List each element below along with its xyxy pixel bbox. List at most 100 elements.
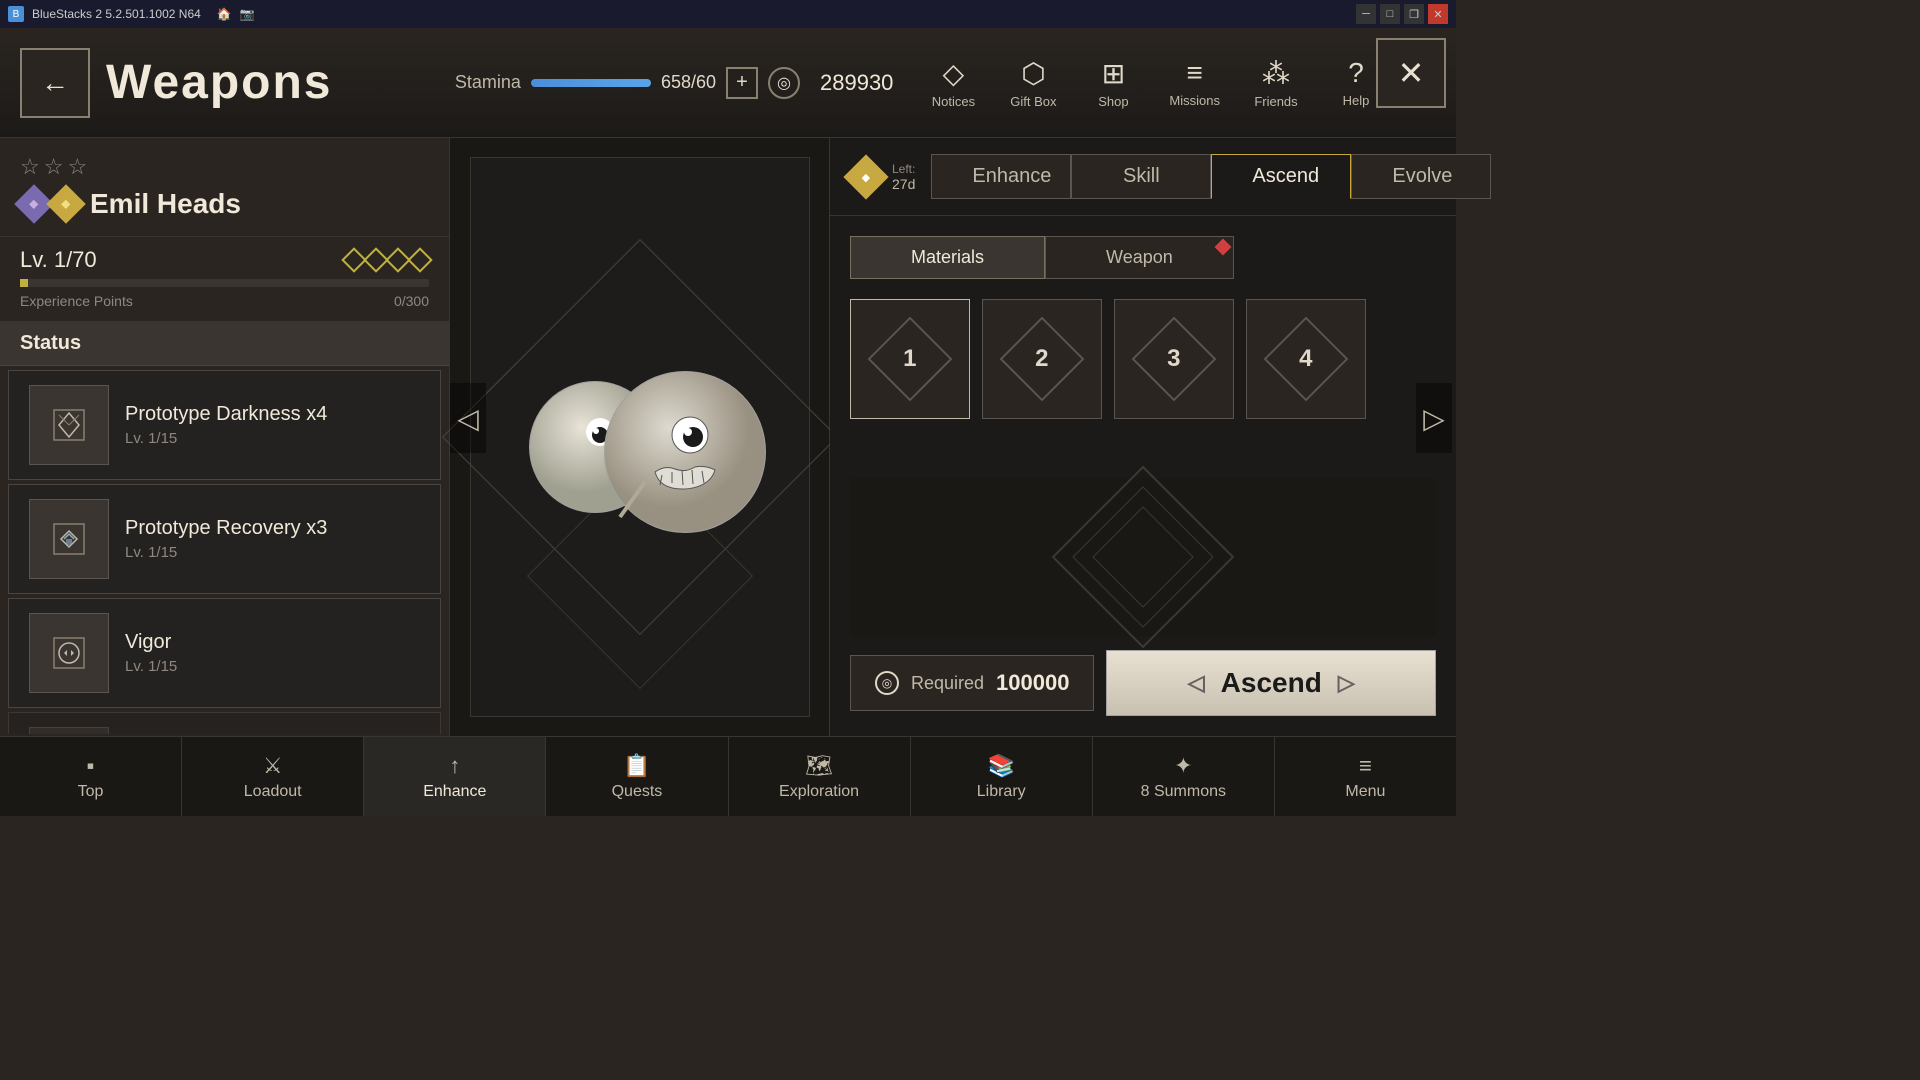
bottom-nav-loadout[interactable]: ⚔ Loadout bbox=[182, 737, 364, 816]
skill-level-vigor: Lv. 1/15 bbox=[125, 658, 420, 675]
exp-label: Experience Points bbox=[20, 293, 133, 309]
bottom-nav-summons[interactable]: ✦ 8 Summons bbox=[1093, 737, 1275, 816]
game-header: ← Weapons Stamina 658/60 + ◎ 289930 ◇ No… bbox=[0, 28, 1456, 138]
ascension-slot-1[interactable]: 1 bbox=[850, 299, 970, 419]
ascension-slots: 1 2 3 4 bbox=[830, 279, 1456, 439]
missions-label: Missions bbox=[1169, 93, 1220, 108]
bottom-nav-top[interactable]: ▪ Top bbox=[0, 737, 182, 816]
bottom-nav-exploration[interactable]: 🗺 Exploration bbox=[729, 737, 911, 816]
star-2: ☆ bbox=[44, 154, 64, 180]
nav-arrow-right[interactable]: ▷ bbox=[1416, 383, 1452, 453]
exp-value: 0/300 bbox=[394, 293, 429, 309]
exploration-nav-icon: 🗺 bbox=[805, 753, 833, 779]
right-panel: ◆ Left: 27d Enhance Skill Ascend Evolve … bbox=[830, 138, 1456, 736]
skill-item-prototype-darkness[interactable]: Prototype Darkness x4 Lv. 1/15 bbox=[8, 370, 441, 480]
stamina-area: Stamina 658/60 + ◎ 289930 bbox=[435, 67, 914, 99]
vigor-icon bbox=[29, 613, 109, 693]
countdown-diamond: ◆ bbox=[843, 154, 888, 199]
skill-name-prototype-darkness: Prototype Darkness x4 bbox=[125, 403, 420, 426]
capture-icon[interactable]: 📷 bbox=[240, 7, 255, 21]
skill-item-prototype-recovery[interactable]: Prototype Recovery x3 Lv. 1/15 bbox=[8, 484, 441, 594]
exploration-nav-label: Exploration bbox=[779, 783, 859, 801]
nav-notices[interactable]: ◇ Notices bbox=[913, 49, 993, 117]
level-row: Lv. 1/70 bbox=[20, 247, 429, 273]
quests-nav-icon: 📋 bbox=[623, 753, 650, 779]
required-label: Required bbox=[911, 673, 984, 694]
currency-value: 289930 bbox=[820, 70, 893, 96]
ascension-slot-2[interactable]: 2 bbox=[982, 299, 1102, 419]
app-title: BlueStacks 2 5.2.501.1002 N64 bbox=[32, 7, 201, 21]
menu-nav-label: Menu bbox=[1345, 783, 1385, 801]
ascend-button[interactable]: ◁ Ascend ▷ bbox=[1106, 650, 1436, 716]
quests-nav-label: Quests bbox=[612, 783, 663, 801]
target-icon: ◎ bbox=[768, 67, 800, 99]
game-area: ← Weapons Stamina 658/60 + ◎ 289930 ◇ No… bbox=[0, 28, 1456, 816]
menu-nav-icon: ≡ bbox=[1359, 753, 1372, 779]
stamina-bar-fill bbox=[531, 79, 651, 87]
top-nav-icon: ▪ bbox=[87, 753, 95, 779]
weapon-diamond-gold: ◆ bbox=[46, 184, 86, 224]
level-section: Lv. 1/70 Experience Points 0/300 bbox=[0, 237, 449, 322]
skill-level-prototype-recovery: Lv. 1/15 bbox=[125, 544, 420, 561]
close-window-button[interactable]: ✕ bbox=[1428, 4, 1448, 24]
skill-list: Prototype Darkness x4 Lv. 1/15 Prototype… bbox=[0, 366, 449, 734]
ascension-slot-4[interactable]: 4 bbox=[1246, 299, 1366, 419]
weapon-info-header: ☆ ☆ ☆ ◆ ◆ Emil Heads bbox=[0, 138, 449, 237]
nav-missions[interactable]: ≡ Missions bbox=[1153, 49, 1236, 116]
skill-info-vigor: Vigor Lv. 1/15 bbox=[125, 631, 420, 675]
nav-shop[interactable]: ⊞ Shop bbox=[1073, 49, 1153, 117]
bottom-nav-quests[interactable]: 📋 Quests bbox=[546, 737, 728, 816]
subtab-materials[interactable]: Materials bbox=[850, 236, 1045, 279]
exp-row: Experience Points 0/300 bbox=[20, 293, 429, 311]
maximize-button[interactable]: □ bbox=[1380, 4, 1400, 24]
giftbox-icon: ⬡ bbox=[1021, 57, 1045, 90]
notices-label: Notices bbox=[932, 94, 975, 109]
ascension-slot-3[interactable]: 3 bbox=[1114, 299, 1234, 419]
required-box: ◎ Required 100000 bbox=[850, 655, 1094, 711]
nav-friends[interactable]: ⁂ Friends bbox=[1236, 49, 1316, 117]
restore-button[interactable]: ❐ bbox=[1404, 4, 1424, 24]
stamina-plus-button[interactable]: + bbox=[726, 67, 758, 99]
bottom-nav-enhance[interactable]: ↑ Enhance bbox=[364, 737, 546, 816]
countdown-badge: ◆ Left: 27d bbox=[850, 161, 915, 193]
exp-bar bbox=[20, 279, 429, 287]
prototype-recovery-icon bbox=[29, 499, 109, 579]
tab-enhance[interactable]: Enhance bbox=[931, 154, 1071, 199]
nav-arrow-left[interactable]: ◁ bbox=[450, 383, 486, 453]
required-value: 100000 bbox=[996, 670, 1069, 696]
page-title: Weapons bbox=[106, 55, 332, 110]
subtab-weapon[interactable]: Weapon bbox=[1045, 236, 1234, 279]
title-bar: B BlueStacks 2 5.2.501.1002 N64 🏠 📷 ─ □ … bbox=[0, 0, 1456, 28]
skill-item-vigor[interactable]: Vigor Lv. 1/15 bbox=[8, 598, 441, 708]
stamina-bar bbox=[531, 79, 651, 87]
tab-ascend[interactable]: Ascend bbox=[1211, 154, 1351, 199]
exp-bar-fill bbox=[20, 279, 28, 287]
level-diamonds bbox=[345, 251, 429, 269]
weapon-name: Emil Heads bbox=[90, 188, 241, 220]
tab-evolve[interactable]: Evolve bbox=[1351, 154, 1491, 199]
level-diamond-4 bbox=[407, 247, 432, 272]
ascend-left-arrow: ◁ bbox=[1188, 670, 1205, 696]
required-target-icon: ◎ bbox=[875, 671, 899, 695]
loadout-nav-icon: ⚔ bbox=[263, 753, 283, 779]
skill-item-toughness[interactable]: Toughness Lv. 1/15 bbox=[8, 712, 441, 734]
back-button[interactable]: ← bbox=[20, 48, 90, 118]
nav-giftbox[interactable]: ⬡ Gift Box bbox=[993, 49, 1073, 117]
library-nav-icon: 📚 bbox=[987, 753, 1014, 779]
level-text: Lv. 1/70 bbox=[20, 247, 97, 273]
ascend-right-arrow: ▷ bbox=[1338, 670, 1355, 696]
bottom-nav-menu[interactable]: ≡ Menu bbox=[1275, 737, 1456, 816]
minimize-button[interactable]: ─ bbox=[1356, 4, 1376, 24]
shop-label: Shop bbox=[1098, 94, 1128, 109]
weapon-svg bbox=[500, 287, 780, 587]
bottom-nav-library[interactable]: 📚 Library bbox=[911, 737, 1093, 816]
home-icon[interactable]: 🏠 bbox=[217, 7, 232, 21]
skill-name-prototype-recovery: Prototype Recovery x3 bbox=[125, 517, 420, 540]
slot-diamond-4: 4 bbox=[1264, 317, 1349, 402]
tab-skill[interactable]: Skill bbox=[1071, 154, 1211, 199]
background-pattern bbox=[1043, 457, 1243, 657]
weapon-image-frame bbox=[470, 157, 810, 717]
game-close-button[interactable]: ✕ bbox=[1376, 38, 1446, 108]
top-nav: ◇ Notices ⬡ Gift Box ⊞ Shop ≡ Missions ⁂… bbox=[913, 49, 1456, 117]
help-icon: ? bbox=[1348, 57, 1364, 89]
